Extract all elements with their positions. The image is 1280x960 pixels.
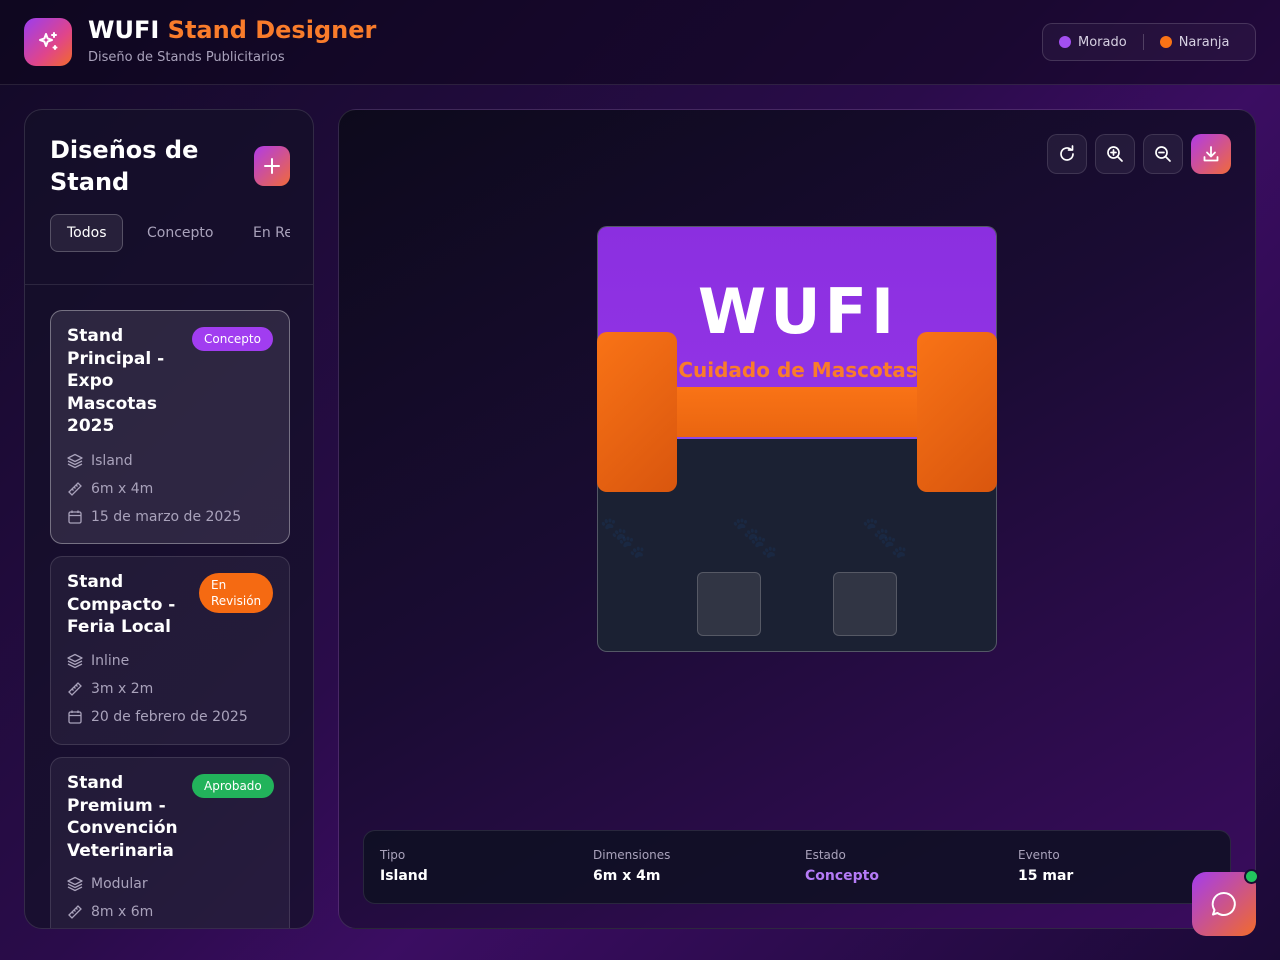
design-date: 20 de febrero de 2025 xyxy=(67,709,248,725)
design-card[interactable]: Stand Premium - Convención Veterinaria A… xyxy=(50,757,290,928)
detail-tipo: Tipo Island xyxy=(380,848,428,884)
design-card[interactable]: Stand Compacto - Feria Local En Revisión… xyxy=(50,556,290,745)
detail-value: Concepto xyxy=(805,868,879,884)
chat-button[interactable] xyxy=(1192,869,1259,936)
filter-todos[interactable]: Todos xyxy=(50,214,124,252)
calendar-icon xyxy=(68,510,82,524)
design-card-title: Stand Premium - Convención Veterinaria xyxy=(67,773,178,861)
ruler-icon xyxy=(68,682,82,696)
detail-value: Island xyxy=(380,868,428,884)
ruler-icon xyxy=(68,905,82,919)
sidebar-divider xyxy=(25,284,313,285)
design-details-bar: Tipo Island Dimensiones 6m x 4m Estado C… xyxy=(363,830,1231,904)
status-badge: Concepto xyxy=(192,327,273,351)
detail-evento: Evento 15 mar xyxy=(1018,848,1073,884)
detail-dimensiones: Dimensiones 6m x 4m xyxy=(593,848,670,884)
download-icon xyxy=(1203,146,1219,162)
design-type-label: Inline xyxy=(91,653,130,669)
sparkles-icon xyxy=(39,32,58,50)
zoom-in-icon xyxy=(1107,146,1123,162)
design-dimensions-label: 6m x 4m xyxy=(91,481,154,497)
designs-sidebar: Diseños de Stand Todos Concepto En Re St… xyxy=(24,109,314,929)
add-design-button[interactable] xyxy=(254,146,290,186)
paw-print-icon: 🐾 xyxy=(618,535,646,560)
plus-icon xyxy=(264,158,280,174)
palette-label: Naranja xyxy=(1178,34,1230,50)
design-canvas-panel: WUFI Cuidado de Mascotas 🐾 🐾 🐾 🐾 🐾 🐾 Tip… xyxy=(338,109,1256,929)
app-title: WUFI Stand Designer xyxy=(88,16,376,44)
design-dimensions: 6m x 4m xyxy=(67,481,153,497)
message-circle-icon xyxy=(1211,891,1236,916)
detail-label: Evento xyxy=(1018,848,1060,862)
palette-label: Morado xyxy=(1078,34,1127,50)
design-card-title: Stand Compacto - Feria Local xyxy=(67,572,176,637)
zoom-in-button[interactable] xyxy=(1095,134,1135,174)
design-type-label: Modular xyxy=(91,876,148,892)
detail-label: Estado xyxy=(805,848,846,862)
status-badge-line: En xyxy=(211,578,227,592)
design-date-label: 15 de marzo de 2025 xyxy=(91,509,242,525)
stand-pillar-left xyxy=(597,332,677,492)
display-podium xyxy=(697,572,761,636)
design-dimensions-label: 3m x 2m xyxy=(91,681,154,697)
layers-icon xyxy=(67,876,83,892)
color-palette: Morado Naranja xyxy=(1042,23,1256,61)
orange-dot-icon xyxy=(1159,36,1172,48)
design-dimensions: 3m x 2m xyxy=(67,681,153,697)
rotate-button[interactable] xyxy=(1047,134,1087,174)
layers-icon xyxy=(67,453,83,469)
paw-print-icon: 🐾 xyxy=(750,535,778,560)
app-title-main: WUFI xyxy=(88,16,160,44)
ruler-icon xyxy=(68,482,82,496)
design-dimensions-label: 8m x 6m xyxy=(91,904,154,920)
design-date-label: 20 de febrero de 2025 xyxy=(91,709,248,725)
app-logo xyxy=(24,18,72,66)
app-title-accent: Stand Designer xyxy=(167,16,377,44)
zoom-out-button[interactable] xyxy=(1143,134,1183,174)
zoom-out-icon xyxy=(1155,146,1171,162)
design-dimensions: 8m x 6m xyxy=(67,904,153,920)
filter-concepto[interactable]: Concepto xyxy=(147,214,213,252)
layers-icon xyxy=(67,653,83,669)
status-badge-line: Revisión xyxy=(211,594,262,608)
design-type: Modular xyxy=(67,876,148,892)
filter-en-revision[interactable]: En Re xyxy=(253,214,290,252)
status-badge: Aprobado xyxy=(192,774,274,798)
detail-estado: Estado Concepto xyxy=(805,848,879,884)
palette-item-morado[interactable]: Morado xyxy=(1043,35,1143,50)
stand-preview[interactable]: WUFI Cuidado de Mascotas 🐾 🐾 🐾 🐾 🐾 🐾 xyxy=(597,226,997,652)
paw-print-icon: 🐾 xyxy=(880,535,908,560)
detail-value: 6m x 4m xyxy=(593,868,661,884)
design-type: Inline xyxy=(67,653,129,669)
app-subtitle: Diseño de Stands Publicitarios xyxy=(88,50,285,65)
design-card-title: Stand Principal - Expo Mascotas 2025 xyxy=(67,326,165,436)
detail-value: 15 mar xyxy=(1018,868,1074,884)
purple-dot-icon xyxy=(1059,36,1071,48)
online-status-dot xyxy=(1244,869,1259,884)
display-podium xyxy=(833,572,897,636)
stand-pillar-right xyxy=(917,332,997,492)
design-type: Island xyxy=(67,453,133,469)
download-button[interactable] xyxy=(1191,134,1231,174)
design-card[interactable]: Stand Principal - Expo Mascotas 2025 Con… xyxy=(50,310,290,544)
design-date: 15 de marzo de 2025 xyxy=(67,509,241,525)
status-filter-tabs: Todos Concepto En Re xyxy=(50,214,290,254)
palette-item-naranja[interactable]: Naranja xyxy=(1144,35,1246,50)
detail-label: Dimensiones xyxy=(593,848,671,862)
status-badge: En Revisión xyxy=(199,573,274,613)
detail-label: Tipo xyxy=(380,848,406,862)
design-type-label: Island xyxy=(91,453,133,469)
app-header: WUFI Stand Designer Diseño de Stands Pub… xyxy=(0,0,1280,85)
calendar-icon xyxy=(68,710,82,724)
rotate-icon xyxy=(1060,145,1074,161)
stand-banner-band xyxy=(676,387,918,439)
sidebar-title: Diseños de Stand xyxy=(50,136,199,196)
